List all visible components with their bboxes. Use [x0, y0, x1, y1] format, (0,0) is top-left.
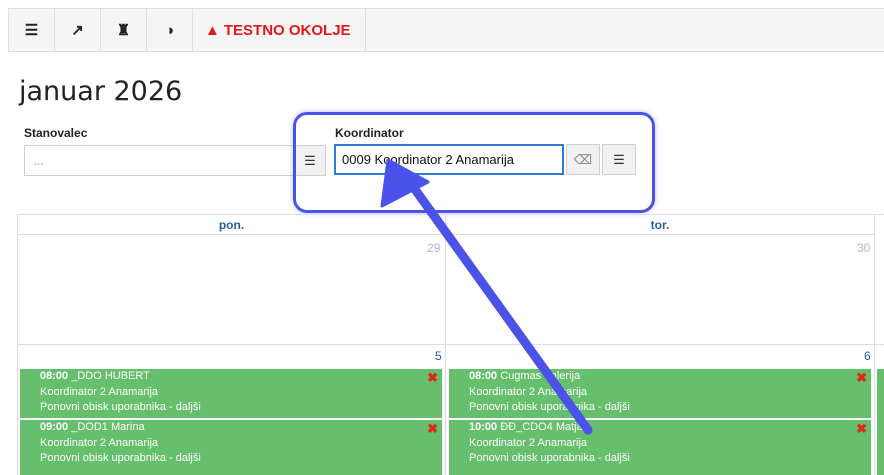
calendar-event[interactable]: 08:00 _DDO HUBERT Koordinator 2 Anamarij…: [20, 369, 442, 418]
event-coordinator: Koordinator 2 Anamarija: [40, 385, 159, 398]
event-time: 08:00: [469, 370, 498, 382]
delete-icon[interactable]: ✖: [856, 421, 867, 437]
resident-label: Stanovalec: [24, 126, 88, 140]
event-name: ĐĐ_CDO4 Matjaž: [500, 421, 589, 433]
date-number: 6: [864, 349, 871, 363]
event-type: Ponovni obisk uporabnika - daljši: [40, 401, 201, 413]
event-name: _DOD1 Marina: [71, 421, 145, 433]
warning-icon: ▲: [205, 21, 220, 39]
user-lock-icon[interactable]: ♜: [101, 9, 147, 51]
delete-icon[interactable]: ✖: [427, 370, 438, 386]
event-time: 08:00: [40, 370, 69, 382]
event-coordinator: Koordinator 2 Anamarija: [40, 436, 159, 449]
delete-icon[interactable]: ✖: [856, 370, 867, 386]
external-link-icon[interactable]: ↗: [55, 9, 101, 51]
date-number: 30: [857, 241, 871, 255]
calendar-event[interactable]: 08:00 Cugmas Valerija Koordinator 2 Anam…: [449, 369, 871, 418]
event-type: Ponovni obisk uporabnika - daljši: [469, 452, 630, 464]
day-header-mon: pon.: [18, 215, 445, 235]
event-coordinator: Koordinator 2 Anamarija: [469, 385, 588, 398]
delete-icon[interactable]: ✖: [427, 421, 438, 437]
annotation-highlight-box: [293, 112, 655, 213]
menu-indent-icon[interactable]: ☰: [9, 9, 55, 51]
event-time: 09:00: [40, 421, 69, 433]
day-header-tue: tor.: [446, 215, 874, 235]
date-number: 29: [427, 241, 441, 255]
event-type: Ponovni obisk uporabnika - daljši: [469, 401, 630, 413]
event-name: _DDO HUBERT: [71, 370, 150, 382]
calendar-event[interactable]: 09:00 _DOD1 Marina Koordinator 2 Anamari…: [20, 420, 442, 475]
event-name: Cugmas Valerija: [500, 370, 581, 382]
event-overflow-strip: [877, 369, 884, 475]
resident-input[interactable]: ...: [24, 145, 294, 176]
test-environment-label: TESTNO OKOLJE: [223, 21, 351, 39]
calendar-event[interactable]: 10:00 ĐĐ_CDO4 Matjaž Koordinator 2 Anama…: [449, 420, 871, 475]
contrast-icon[interactable]: ◑: [147, 9, 193, 51]
event-type: Ponovni obisk uporabnika - daljši: [40, 452, 201, 464]
top-toolbar: ☰ ↗ ♜ ◑ ▲ TESTNO OKOLJE: [8, 8, 884, 52]
test-environment-badge[interactable]: ▲ TESTNO OKOLJE: [193, 9, 366, 51]
page-title: januar 2026: [19, 76, 183, 107]
date-number: 5: [435, 349, 442, 363]
event-time: 10:00: [469, 421, 498, 433]
event-coordinator: Koordinator 2 Anamarija: [469, 436, 588, 449]
calendar-grid: pon. tor. 29 30 5 6 08:00 _DDO HUBERT Ko…: [17, 214, 884, 475]
